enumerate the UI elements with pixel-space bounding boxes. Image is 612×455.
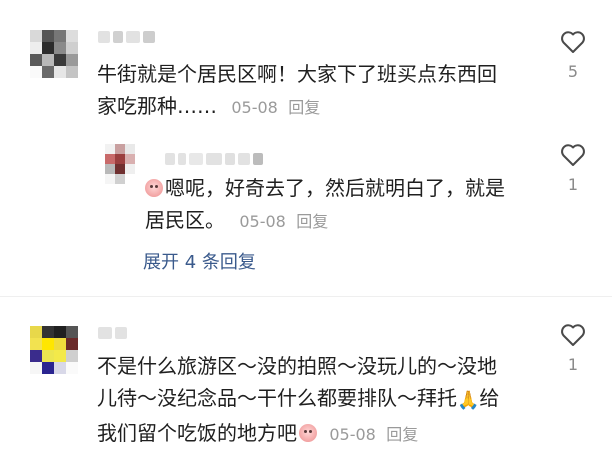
avatar[interactable] xyxy=(30,326,78,374)
like-button[interactable]: 5 xyxy=(553,30,593,81)
pray-icon: 🙏 xyxy=(457,390,480,411)
comment-text: 牛街就是个居民区啊！大家下了班买点东西回 家吃那种…… 05-08 回复 xyxy=(97,58,547,124)
comment-text-line: 我们留个吃饭的地方吧 05-08 回复 xyxy=(97,417,547,451)
comment-date: 05-08 xyxy=(329,425,376,444)
comment-text-line: 不是什么旅游区～没的拍照～没玩儿的～没地 xyxy=(97,354,497,378)
like-button[interactable]: 1 xyxy=(553,143,593,194)
heart-outline-icon xyxy=(561,144,585,166)
comment-text-line: 居民区。 05-08 回复 xyxy=(145,204,545,238)
like-count: 1 xyxy=(567,355,579,374)
username[interactable] xyxy=(98,326,127,340)
comment-text-tail: 家吃那种…… xyxy=(97,94,217,118)
crying-face-icon xyxy=(145,179,163,197)
reply-button[interactable]: 回复 xyxy=(288,98,320,117)
like-button[interactable]: 1 xyxy=(553,323,593,374)
expand-replies-link[interactable]: 展开 4 条回复 xyxy=(143,248,256,274)
avatar[interactable] xyxy=(105,144,135,184)
comment-text-line: 嗯呢，好奇去了，然后就明白了，就是 xyxy=(145,172,545,204)
comment-text-line: 家吃那种…… 05-08 回复 xyxy=(97,90,547,124)
comment-text: 嗯呢，好奇去了，然后就明白了，就是 居民区。 05-08 回复 xyxy=(145,172,545,238)
crying-face-icon xyxy=(299,424,317,442)
comment-text-middle: 儿待～没纪念品～干什么都要排队～拜托 xyxy=(97,386,457,410)
comment-text-tail: 居民区。 xyxy=(145,208,225,232)
divider xyxy=(0,296,612,297)
comment-text-tail: 我们留个吃饭的地方吧 xyxy=(97,421,297,445)
comment-text-line: 牛街就是个居民区啊！大家下了班买点东西回 xyxy=(97,62,497,86)
comment-text-line: 儿待～没纪念品～干什么都要排队～拜托🙏给 xyxy=(97,382,547,417)
comment-text-head: 嗯呢，好奇去了，然后就明白了，就是 xyxy=(165,176,505,200)
comment-text-middle-end: 给 xyxy=(479,386,500,410)
heart-outline-icon xyxy=(561,324,585,346)
comment-text: 不是什么旅游区～没的拍照～没玩儿的～没地 儿待～没纪念品～干什么都要排队～拜托🙏… xyxy=(97,350,547,451)
heart-outline-icon xyxy=(561,31,585,53)
comment-date: 05-08 xyxy=(239,212,286,231)
like-count: 1 xyxy=(567,175,579,194)
comment-date: 05-08 xyxy=(231,98,278,117)
reply-button[interactable]: 回复 xyxy=(296,212,328,231)
username[interactable] xyxy=(165,152,263,166)
username[interactable] xyxy=(98,30,155,44)
reply-button[interactable]: 回复 xyxy=(386,425,418,444)
like-count: 5 xyxy=(567,62,579,81)
avatar[interactable] xyxy=(30,30,78,78)
